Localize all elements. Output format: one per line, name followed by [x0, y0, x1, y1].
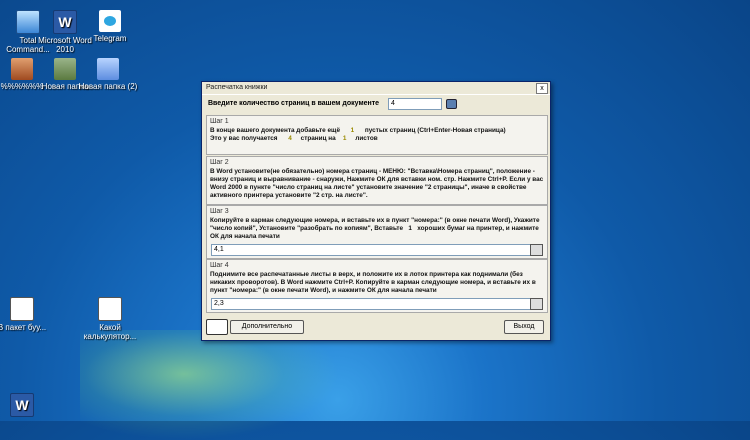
step3-text: Копируйте в карман следующие номера, и в… — [207, 217, 547, 241]
step2-header: Шаг 2 — [210, 159, 229, 166]
more-button[interactable]: Дополнительно — [230, 320, 304, 334]
booklet-print-dialog: Распечатка книжки x Введите количество с… — [201, 81, 551, 341]
desktop-icon-telegram[interactable]: Telegram — [80, 10, 140, 43]
close-button[interactable]: x — [536, 83, 548, 94]
document-icon — [10, 297, 34, 321]
desktop-icon-folder-2[interactable]: Новая папка (2) — [78, 58, 138, 91]
word-doc-icon: W — [10, 393, 34, 417]
wallpaper-glow — [80, 330, 340, 440]
archive-icon — [11, 58, 33, 80]
total-pages-count: 4 — [288, 135, 292, 142]
step4-text: Поднимите все распечатанные листы в верх… — [210, 271, 536, 294]
step1-text-c: Это у вас получается — [210, 135, 278, 142]
step3-header: Шаг 3 — [210, 208, 229, 215]
desktop-icon-label: Новая папка (2) — [78, 82, 138, 91]
document-icon — [98, 297, 122, 321]
folder-icon — [97, 58, 119, 80]
step2-panel: Шаг 2 В Word установите(не обязательно) … — [206, 156, 548, 205]
step1-line2: Это у вас получается 4 страниц на 1 лист… — [207, 135, 547, 143]
book-icon[interactable] — [206, 319, 228, 335]
step1-text-b: пустых страниц (Ctrl+Enter-Новая страниц… — [364, 127, 506, 134]
dialog-titlebar[interactable]: Распечатка книжки x — [202, 82, 550, 95]
step3-pages-field[interactable]: 4,1 — [211, 244, 533, 256]
extra-pages-count: 1 — [350, 127, 355, 134]
copy-icon[interactable] — [530, 244, 543, 256]
step4-header: Шаг 4 — [210, 262, 229, 269]
desktop-icon-label: Telegram — [93, 34, 127, 43]
telegram-icon — [99, 10, 121, 32]
desktop-icon-doc-2[interactable]: Какой калькулятор... — [80, 297, 140, 341]
sheets-count: 1 — [342, 135, 347, 142]
apply-pages-button[interactable] — [446, 99, 457, 109]
desktop-icon-label: Какой калькулятор... — [83, 323, 137, 341]
desktop-icon-doc-1[interactable]: В пакет буу... — [0, 297, 52, 332]
step1-line1: В конце вашего документа добавьте ещё 1 … — [207, 127, 547, 135]
good-sheets-count: 1 — [408, 225, 412, 232]
pages-label: Введите количество страниц в вашем докум… — [208, 100, 380, 107]
exit-button[interactable]: Выход — [504, 320, 544, 334]
pages-input[interactable]: 4 — [388, 98, 442, 110]
step1-text-a: В конце вашего документа добавьте ещё — [210, 127, 341, 134]
desktop-icon-label: В пакет буу... — [0, 323, 47, 332]
folder-icon — [54, 58, 76, 80]
step4-panel: Шаг 4 Поднимите все распечатанные листы … — [206, 259, 548, 313]
step1-text-e: листов — [355, 135, 378, 142]
step1-header: Шаг 1 — [210, 118, 229, 125]
word-icon: W — [53, 10, 77, 34]
step1-panel: Шаг 1 В конце вашего документа добавьте … — [206, 115, 548, 155]
step1-text-d: страниц на — [300, 135, 336, 142]
step3-panel: Шаг 3 Копируйте в карман следующие номер… — [206, 205, 548, 259]
desktop-icon-word-doc[interactable]: W — [0, 393, 52, 419]
copy-icon[interactable] — [530, 298, 543, 310]
step2-text: В Word установите(не обязательно) номера… — [210, 168, 544, 199]
step4-pages-field[interactable]: 2,3 — [211, 298, 533, 310]
dialog-title: Распечатка книжки — [206, 84, 268, 91]
